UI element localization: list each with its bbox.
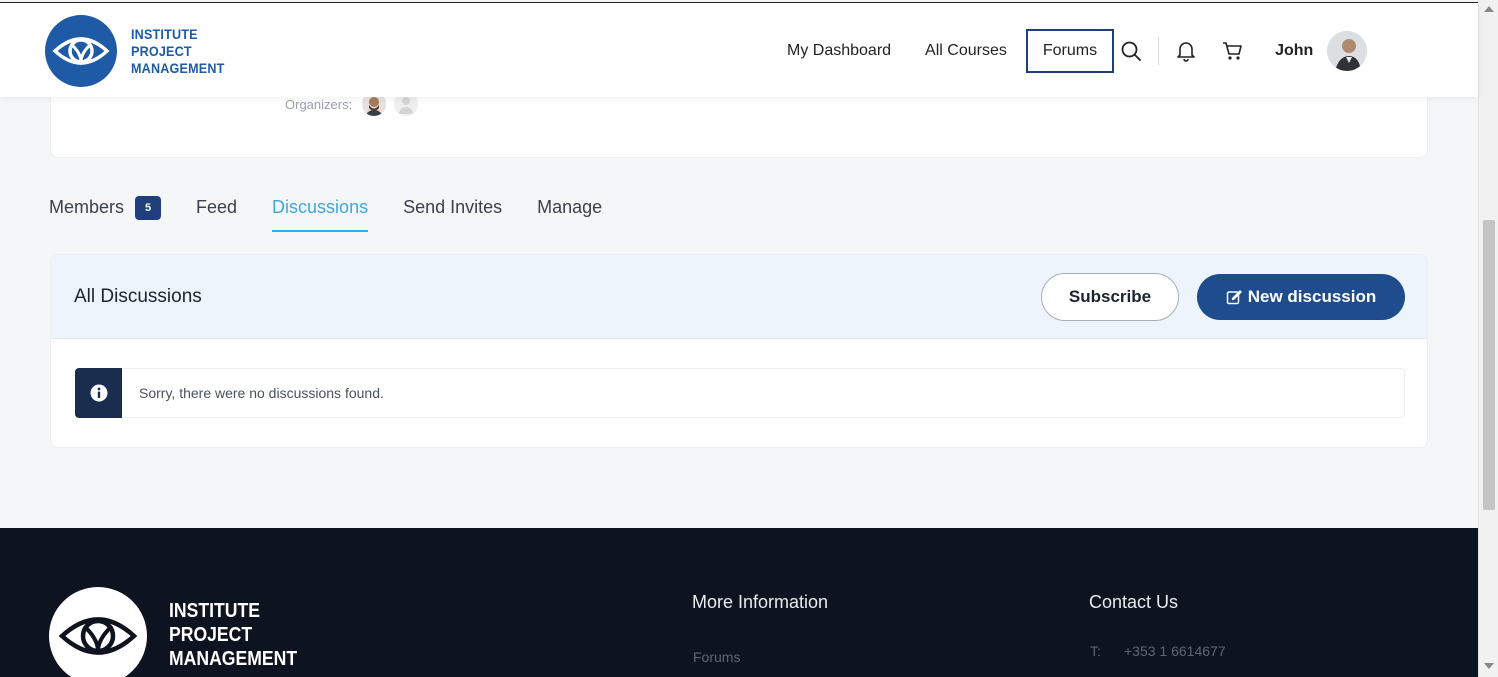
edit-icon xyxy=(1226,290,1242,305)
nav-forums[interactable]: Forums xyxy=(1025,29,1115,73)
site-header: INSTITUTE PROJECT MANAGEMENT My Dashboar… xyxy=(0,2,1478,97)
footer-logo[interactable]: INSTITUTE PROJECT MANAGEMENT xyxy=(49,587,315,677)
logo-line: PROJECT xyxy=(131,42,192,59)
search-icon[interactable] xyxy=(1114,29,1148,73)
scroll-down-arrow-icon[interactable] xyxy=(1484,663,1494,669)
nav-all-courses[interactable]: All Courses xyxy=(908,29,1024,73)
tab-members-label: Members xyxy=(49,197,125,217)
nav-divider xyxy=(1158,37,1160,65)
main-nav: My Dashboard All Courses Forums John xyxy=(770,29,1368,73)
tab-members[interactable]: Members 5 xyxy=(49,192,162,232)
group-tabs: Members 5 Feed Discussions Send Invites … xyxy=(49,192,637,232)
discussions-panel: All Discussions Subscribe New discussion… xyxy=(50,254,1428,448)
contact-us-title: Contact Us xyxy=(1089,592,1179,612)
site-footer: INSTITUTE PROJECT MANAGEMENT More Inform… xyxy=(0,528,1478,677)
page: INSTITUTE PROJECT MANAGEMENT My Dashboar… xyxy=(0,0,1478,677)
eye-logo-icon xyxy=(45,15,117,87)
logo-line: PROJECT xyxy=(169,624,253,646)
tab-manage[interactable]: Manage xyxy=(537,192,602,232)
members-count-badge: 5 xyxy=(135,196,162,220)
avatar xyxy=(1327,31,1368,71)
new-discussion-label: New discussion xyxy=(1247,287,1377,306)
user-menu[interactable]: John xyxy=(1275,31,1368,71)
scroll-up-arrow-icon[interactable] xyxy=(1484,6,1494,12)
logo-line: INSTITUTE xyxy=(169,600,260,622)
cart-icon[interactable] xyxy=(1215,29,1249,73)
tab-feed[interactable]: Feed xyxy=(196,192,237,232)
new-discussion-button[interactable]: New discussion xyxy=(1197,274,1405,320)
footer-link-forums[interactable]: Forums xyxy=(693,649,740,665)
site-logo[interactable]: INSTITUTE PROJECT MANAGEMENT xyxy=(45,15,235,87)
more-information-title: More Information xyxy=(692,592,829,612)
empty-notice: Sorry, there were no discussions found. xyxy=(75,368,1405,418)
phone-label: T: xyxy=(1090,643,1101,659)
tab-discussions[interactable]: Discussions xyxy=(272,192,369,232)
discussions-title: All Discussions xyxy=(74,285,202,307)
logo-line: MANAGEMENT xyxy=(131,59,225,76)
eye-logo-icon xyxy=(49,587,147,677)
phone-number[interactable]: +353 1 6614677 xyxy=(1124,643,1226,659)
nav-my-dashboard[interactable]: My Dashboard xyxy=(770,29,908,73)
page-scrollbar[interactable] xyxy=(1478,0,1498,677)
info-icon xyxy=(75,368,122,418)
user-name: John xyxy=(1275,42,1314,59)
logo-line: INSTITUTE xyxy=(131,25,198,42)
logo-wordmark: INSTITUTE PROJECT MANAGEMENT xyxy=(131,26,225,77)
bell-icon[interactable] xyxy=(1169,29,1203,73)
footer-logo-wordmark: INSTITUTE PROJECT MANAGEMENT xyxy=(169,599,297,671)
logo-line: MANAGEMENT xyxy=(169,648,298,670)
empty-message: Sorry, there were no discussions found. xyxy=(139,385,384,401)
discussions-header: All Discussions Subscribe New discussion xyxy=(51,255,1427,339)
subscribe-button[interactable]: Subscribe xyxy=(1041,273,1179,321)
scroll-thumb[interactable] xyxy=(1483,220,1495,510)
tab-send-invites[interactable]: Send Invites xyxy=(403,192,502,232)
organizers-label: Organizers: xyxy=(285,96,353,112)
